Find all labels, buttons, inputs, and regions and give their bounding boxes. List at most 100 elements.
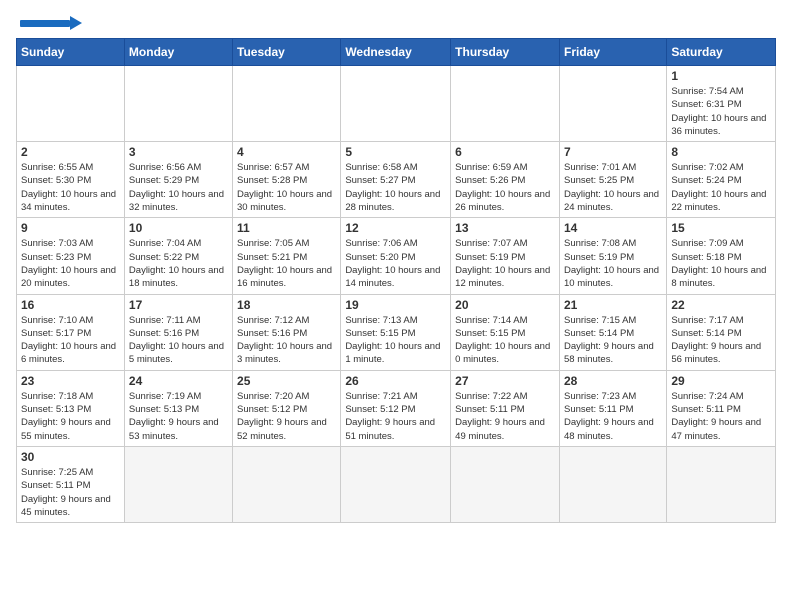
day-info: Sunrise: 7:08 AM Sunset: 5:19 PM Dayligh…: [564, 237, 662, 290]
day-number: 7: [564, 145, 662, 159]
calendar-cell: [341, 446, 451, 522]
calendar-cell: 28Sunrise: 7:23 AM Sunset: 5:11 PM Dayli…: [559, 370, 666, 446]
day-info: Sunrise: 7:09 AM Sunset: 5:18 PM Dayligh…: [671, 237, 771, 290]
calendar-cell: 21Sunrise: 7:15 AM Sunset: 5:14 PM Dayli…: [559, 294, 666, 370]
day-info: Sunrise: 7:54 AM Sunset: 6:31 PM Dayligh…: [671, 85, 771, 138]
day-info: Sunrise: 7:14 AM Sunset: 5:15 PM Dayligh…: [455, 314, 555, 367]
day-info: Sunrise: 7:22 AM Sunset: 5:11 PM Dayligh…: [455, 390, 555, 443]
day-info: Sunrise: 7:05 AM Sunset: 5:21 PM Dayligh…: [237, 237, 336, 290]
day-number: 17: [129, 298, 228, 312]
calendar-cell: 13 Sunrise: 7:07 AM Sunset: 5:19 PM Dayli…: [451, 218, 560, 294]
calendar-cell: 9 Sunrise: 7:03 AM Sunset: 5:23 PM Daylig…: [17, 218, 125, 294]
calendar-cell: 16 Sunrise: 7:10 AM Sunset: 5:17 PM Dayli…: [17, 294, 125, 370]
day-number: 15: [671, 221, 771, 235]
day-number: 11: [237, 221, 336, 235]
calendar-cell: 17 Sunrise: 7:11 AM Sunset: 5:16 PM Dayli…: [124, 294, 232, 370]
calendar-cell: 11 Sunrise: 7:05 AM Sunset: 5:21 PM Dayli…: [233, 218, 341, 294]
day-number: 22: [671, 298, 771, 312]
day-info: Sunrise: 7:03 AM Sunset: 5:23 PM Dayligh…: [21, 237, 120, 290]
weekday-header-saturday: Saturday: [667, 39, 776, 66]
calendar-cell: 7 Sunrise: 7:01 AM Sunset: 5:25 PM Daylig…: [559, 142, 666, 218]
calendar-cell: [341, 66, 451, 142]
day-info: Sunrise: 7:06 AM Sunset: 5:20 PM Dayligh…: [345, 237, 446, 290]
calendar-cell: 27 Sunrise: 7:22 AM Sunset: 5:11 PM Dayli…: [451, 370, 560, 446]
day-number: 30: [21, 450, 120, 464]
calendar-week-row: 2 Sunrise: 6:55 AM Sunset: 5:30 PM Daylig…: [17, 142, 776, 218]
calendar-table: SundayMondayTuesdayWednesdayThursdayFrid…: [16, 38, 776, 523]
weekday-header-monday: Monday: [124, 39, 232, 66]
calendar-header-row: SundayMondayTuesdayWednesdayThursdayFrid…: [17, 39, 776, 66]
calendar-cell: [667, 446, 776, 522]
day-number: 9: [21, 221, 120, 235]
day-number: 10: [129, 221, 228, 235]
calendar-cell: [559, 446, 666, 522]
calendar-week-row: 30 Sunrise: 7:25 AM Sunset: 5:11 PM Dayli…: [17, 446, 776, 522]
day-number: 4: [237, 145, 336, 159]
calendar-cell: [559, 66, 666, 142]
day-number: 5: [345, 145, 446, 159]
calendar-week-row: 9 Sunrise: 7:03 AM Sunset: 5:23 PM Daylig…: [17, 218, 776, 294]
day-info: Sunrise: 7:24 AM Sunset: 5:11 PM Dayligh…: [671, 390, 771, 443]
page-header: [16, 16, 776, 30]
day-number: 24: [129, 374, 228, 388]
day-number: 16: [21, 298, 120, 312]
calendar-cell: 3 Sunrise: 6:56 AM Sunset: 5:29 PM Daylig…: [124, 142, 232, 218]
calendar-cell: [451, 446, 560, 522]
weekday-header-thursday: Thursday: [451, 39, 560, 66]
calendar-cell: 30 Sunrise: 7:25 AM Sunset: 5:11 PM Dayli…: [17, 446, 125, 522]
calendar-cell: [124, 446, 232, 522]
day-number: 12: [345, 221, 446, 235]
calendar-cell: [17, 66, 125, 142]
calendar-cell: 26 Sunrise: 7:21 AM Sunset: 5:12 PM Dayli…: [341, 370, 451, 446]
day-number: 8: [671, 145, 771, 159]
day-info: Sunrise: 7:13 AM Sunset: 5:15 PM Dayligh…: [345, 314, 446, 367]
day-number: 3: [129, 145, 228, 159]
day-number: 13: [455, 221, 555, 235]
calendar-cell: 10 Sunrise: 7:04 AM Sunset: 5:22 PM Dayli…: [124, 218, 232, 294]
calendar-cell: 2 Sunrise: 6:55 AM Sunset: 5:30 PM Daylig…: [17, 142, 125, 218]
day-info: Sunrise: 6:56 AM Sunset: 5:29 PM Dayligh…: [129, 161, 228, 214]
day-number: 6: [455, 145, 555, 159]
calendar-cell: 29 Sunrise: 7:24 AM Sunset: 5:11 PM Dayli…: [667, 370, 776, 446]
calendar-week-row: 23 Sunrise: 7:18 AM Sunset: 5:13 PM Dayli…: [17, 370, 776, 446]
day-info: Sunrise: 7:04 AM Sunset: 5:22 PM Dayligh…: [129, 237, 228, 290]
day-info: Sunrise: 7:18 AM Sunset: 5:13 PM Dayligh…: [21, 390, 120, 443]
calendar-week-row: 1Sunrise: 7:54 AM Sunset: 6:31 PM Daylig…: [17, 66, 776, 142]
calendar-cell: 4 Sunrise: 6:57 AM Sunset: 5:28 PM Daylig…: [233, 142, 341, 218]
day-number: 26: [345, 374, 446, 388]
calendar-cell: 19 Sunrise: 7:13 AM Sunset: 5:15 PM Dayli…: [341, 294, 451, 370]
day-info: Sunrise: 7:10 AM Sunset: 5:17 PM Dayligh…: [21, 314, 120, 367]
day-info: Sunrise: 7:07 AM Sunset: 5:19 PM Dayligh…: [455, 237, 555, 290]
calendar-week-row: 16 Sunrise: 7:10 AM Sunset: 5:17 PM Dayli…: [17, 294, 776, 370]
day-number: 14: [564, 221, 662, 235]
day-info: Sunrise: 7:19 AM Sunset: 5:13 PM Dayligh…: [129, 390, 228, 443]
day-info: Sunrise: 6:57 AM Sunset: 5:28 PM Dayligh…: [237, 161, 336, 214]
calendar-cell: 12 Sunrise: 7:06 AM Sunset: 5:20 PM Dayli…: [341, 218, 451, 294]
day-info: Sunrise: 6:55 AM Sunset: 5:30 PM Dayligh…: [21, 161, 120, 214]
calendar-cell: 22Sunrise: 7:17 AM Sunset: 5:14 PM Dayli…: [667, 294, 776, 370]
day-number: 19: [345, 298, 446, 312]
calendar-cell: [233, 446, 341, 522]
calendar-cell: 6 Sunrise: 6:59 AM Sunset: 5:26 PM Daylig…: [451, 142, 560, 218]
calendar-cell: 18Sunrise: 7:12 AM Sunset: 5:16 PM Dayli…: [233, 294, 341, 370]
weekday-header-tuesday: Tuesday: [233, 39, 341, 66]
day-info: Sunrise: 6:59 AM Sunset: 5:26 PM Dayligh…: [455, 161, 555, 214]
day-info: Sunrise: 7:21 AM Sunset: 5:12 PM Dayligh…: [345, 390, 446, 443]
weekday-header-sunday: Sunday: [17, 39, 125, 66]
weekday-header-wednesday: Wednesday: [341, 39, 451, 66]
day-number: 18: [237, 298, 336, 312]
calendar-cell: [124, 66, 232, 142]
calendar-cell: 25Sunrise: 7:20 AM Sunset: 5:12 PM Dayli…: [233, 370, 341, 446]
day-number: 2: [21, 145, 120, 159]
weekday-header-friday: Friday: [559, 39, 666, 66]
day-number: 29: [671, 374, 771, 388]
day-info: Sunrise: 7:11 AM Sunset: 5:16 PM Dayligh…: [129, 314, 228, 367]
day-number: 25: [237, 374, 336, 388]
day-number: 20: [455, 298, 555, 312]
day-number: 23: [21, 374, 120, 388]
day-info: Sunrise: 6:58 AM Sunset: 5:27 PM Dayligh…: [345, 161, 446, 214]
day-info: Sunrise: 7:01 AM Sunset: 5:25 PM Dayligh…: [564, 161, 662, 214]
day-number: 28: [564, 374, 662, 388]
day-number: 27: [455, 374, 555, 388]
day-info: Sunrise: 7:25 AM Sunset: 5:11 PM Dayligh…: [21, 466, 120, 519]
